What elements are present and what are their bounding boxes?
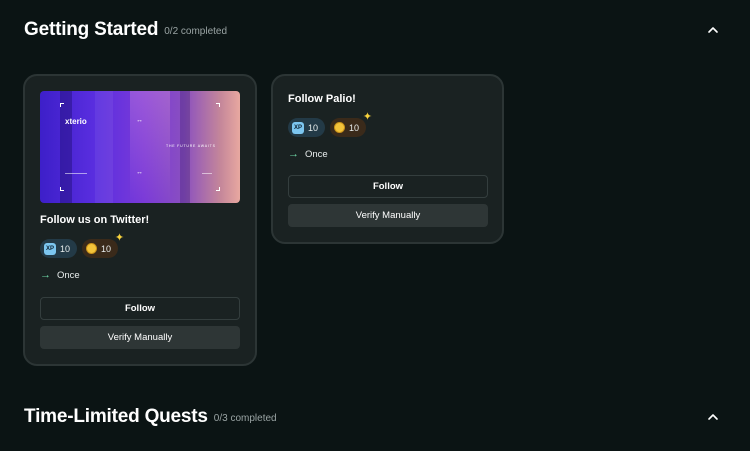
sparkle-icon: ✦ bbox=[362, 111, 373, 123]
section-title: Getting Started bbox=[24, 19, 159, 40]
arrow-right-icon: → bbox=[40, 269, 51, 281]
coin-reward-badge: 10 ✦ bbox=[330, 111, 372, 137]
quest-rewards: XP 10 10 ✦ bbox=[288, 111, 487, 137]
quest-banner-image: xterio ↔ ↔ THE FUTURE AWAITS bbox=[40, 91, 240, 203]
xp-icon: XP bbox=[292, 121, 304, 134]
banner-brand-text: xterio bbox=[65, 117, 87, 126]
section-progress: 0/3 completed bbox=[213, 413, 277, 424]
repeat-label: Once bbox=[57, 269, 80, 281]
collapse-button[interactable] bbox=[700, 17, 726, 43]
quest-repeat: → Once bbox=[288, 148, 487, 160]
arrow-right-icon: → bbox=[288, 148, 299, 160]
quest-repeat: → Once bbox=[40, 269, 240, 281]
banner-caption-text: THE FUTURE AWAITS bbox=[166, 144, 216, 148]
quest-title: Follow us on Twitter! bbox=[40, 214, 150, 226]
chevron-up-icon bbox=[708, 27, 718, 33]
coin-icon bbox=[86, 243, 98, 254]
follow-button[interactable]: Follow bbox=[40, 297, 240, 320]
repeat-label: Once bbox=[305, 148, 328, 160]
collapse-button[interactable] bbox=[700, 404, 726, 430]
coin-reward-badge: 10 ✦ bbox=[82, 232, 124, 258]
xp-reward-badge: XP 10 bbox=[288, 118, 326, 137]
verify-manually-button[interactable]: Verify Manually bbox=[288, 204, 488, 227]
section-progress: 0/2 completed bbox=[164, 26, 228, 37]
xp-reward-badge: XP 10 bbox=[40, 239, 78, 258]
xp-icon: XP bbox=[44, 242, 56, 255]
chevron-up-icon bbox=[708, 414, 718, 420]
coin-icon bbox=[334, 122, 346, 133]
verify-manually-button[interactable]: Verify Manually bbox=[40, 326, 240, 349]
section-header-getting-started: Getting Started 0/2 completed bbox=[24, 14, 726, 46]
section-title: Time-Limited Quests bbox=[24, 406, 208, 427]
section-header-time-limited-quests: Time-Limited Quests 0/3 completed bbox=[24, 401, 726, 433]
quest-card-twitter: xterio ↔ ↔ THE FUTURE AWAITS Follow us o… bbox=[23, 74, 257, 366]
quest-rewards: XP 10 10 ✦ bbox=[40, 232, 240, 258]
quest-title: Follow Palio! bbox=[288, 93, 356, 105]
follow-button[interactable]: Follow bbox=[288, 175, 488, 198]
quest-card-palio: Follow Palio! XP 10 10 ✦ → Once Follow V… bbox=[271, 74, 504, 244]
sparkle-icon: ✦ bbox=[114, 232, 125, 244]
